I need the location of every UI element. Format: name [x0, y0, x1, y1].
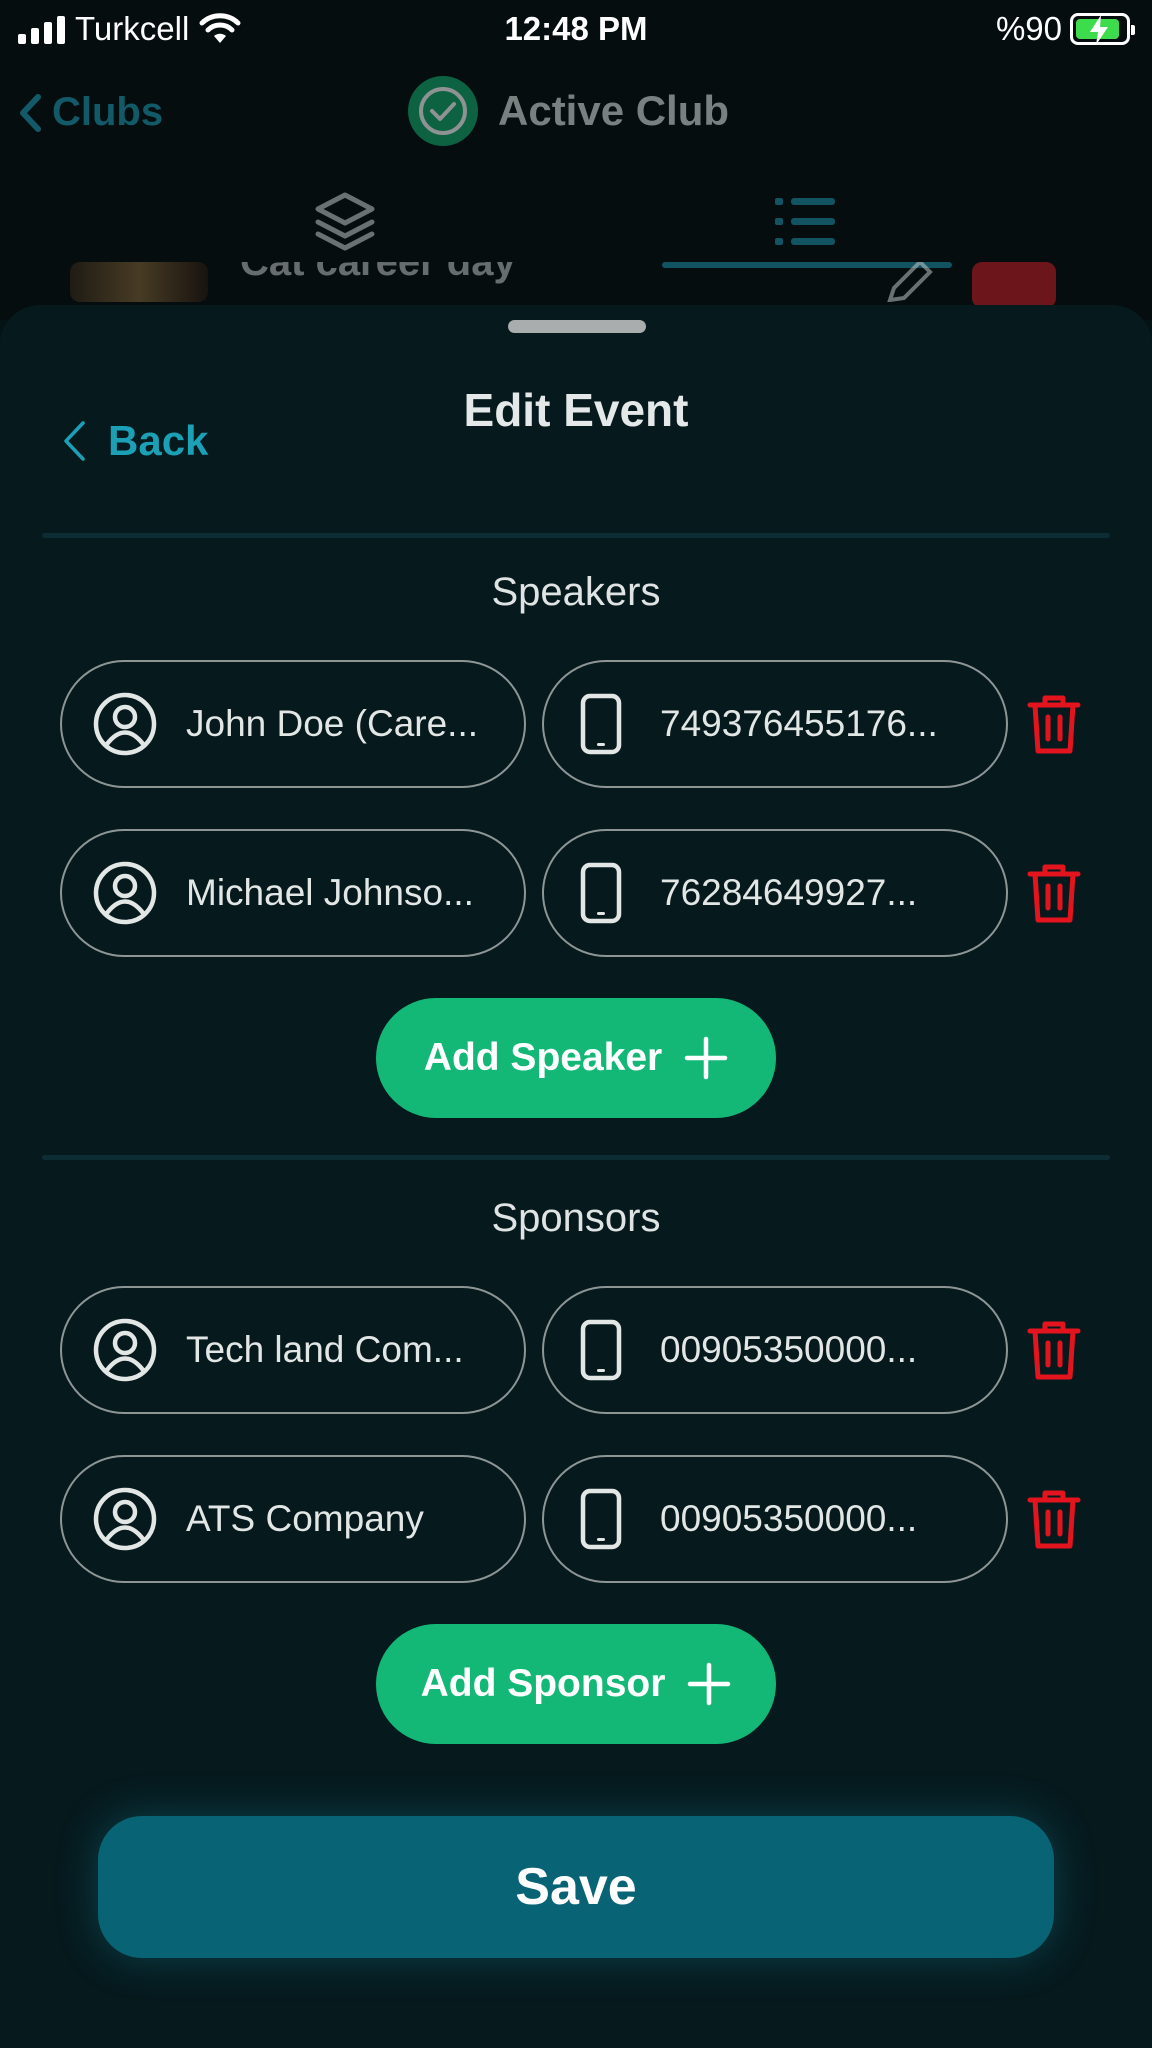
trash-icon [1027, 1490, 1081, 1549]
sponsor-phone-value: 00905350000... [660, 1329, 918, 1370]
add-speaker-button[interactable]: Add Speaker [376, 998, 776, 1118]
speaker-name-field[interactable]: John Doe (Care... [60, 660, 526, 788]
divider [42, 1155, 1110, 1160]
add-sponsor-button[interactable]: Add Sponsor [376, 1624, 776, 1744]
sponsor-name-field[interactable]: ATS Company [60, 1455, 526, 1583]
sponsor-phone-field[interactable]: 00905350000... [542, 1286, 1008, 1414]
delete-speaker-button[interactable] [1024, 692, 1084, 756]
speakers-section-title: Speakers [491, 570, 661, 614]
phone-icon [580, 862, 622, 924]
delete-button-background [972, 262, 1056, 308]
add-speaker-label: Add Speaker [423, 1036, 663, 1079]
sponsor-name-field[interactable]: Tech land Com... [60, 1286, 526, 1414]
nav-back-button[interactable]: Clubs [18, 90, 163, 135]
background-app: Turkcell 12:48 PM %90 Clubs Active Club … [0, 0, 1152, 320]
edit-event-sheet: Edit Event Back Speakers John Doe (Care.… [0, 305, 1152, 2048]
plus-icon [688, 1662, 731, 1706]
chevron-left-icon [64, 421, 85, 461]
status-time: 12:48 PM [504, 10, 648, 47]
pencil-icon [887, 262, 933, 302]
nav-title: Active Club [408, 76, 729, 146]
speaker-row: Michael Johnso... 76284649927... [60, 829, 1100, 957]
back-button[interactable]: Back [62, 417, 208, 465]
sponsor-row: ATS Company 00905350000... [60, 1455, 1100, 1583]
tab-layers[interactable] [240, 172, 450, 272]
delete-speaker-button[interactable] [1024, 861, 1084, 925]
check-circle-icon [408, 76, 478, 146]
speaker-phone-field[interactable]: 76284649927... [542, 829, 1008, 957]
tab-list[interactable] [700, 172, 910, 272]
save-label: Save [515, 1858, 637, 1916]
add-sponsor-label: Add Sponsor [420, 1662, 666, 1705]
sponsor-name-value: ATS Company [186, 1498, 424, 1539]
sheet-grabber[interactable] [508, 320, 646, 333]
battery-icon [1070, 13, 1135, 45]
trash-icon [1027, 864, 1081, 923]
sponsor-phone-value: 00905350000... [660, 1498, 918, 1539]
trash-icon [1027, 1321, 1081, 1380]
user-circle-icon [93, 1318, 157, 1382]
speaker-row: John Doe (Care... 749376455176... [60, 660, 1100, 788]
speaker-name-value: John Doe (Care... [186, 703, 479, 744]
nav-bar: Clubs Active Club [0, 60, 1152, 160]
user-circle-icon [93, 861, 157, 925]
speaker-name-value: Michael Johnso... [186, 872, 474, 913]
status-bar: Turkcell 12:48 PM %90 [0, 0, 1152, 60]
nav-back-label: Clubs [52, 90, 164, 134]
status-right: %90 [995, 10, 1135, 48]
phone-icon [580, 1488, 622, 1550]
delete-sponsor-button[interactable] [1024, 1318, 1084, 1382]
trash-icon [1027, 695, 1081, 754]
chevron-left-icon [20, 93, 41, 132]
save-button[interactable]: Save [98, 1816, 1054, 1958]
delete-sponsor-button[interactable] [1024, 1487, 1084, 1551]
charging-bolt-icon [1090, 15, 1108, 45]
speaker-phone-value: 749376455176... [660, 703, 938, 744]
event-thumbnail [70, 262, 208, 302]
sponsor-phone-field[interactable]: 00905350000... [542, 1455, 1008, 1583]
sponsor-row: Tech land Com... 00905350000... [60, 1286, 1100, 1414]
user-circle-icon [93, 1487, 157, 1551]
sponsor-name-value: Tech land Com... [186, 1329, 464, 1370]
battery-percent: %90 [995, 10, 1062, 47]
back-label: Back [108, 417, 209, 464]
divider [42, 533, 1110, 538]
speaker-phone-value: 76284649927... [660, 872, 918, 913]
plus-icon [684, 1036, 728, 1080]
speaker-phone-field[interactable]: 749376455176... [542, 660, 1008, 788]
phone-icon [580, 693, 622, 755]
speaker-name-field[interactable]: Michael Johnso... [60, 829, 526, 957]
layers-icon [315, 192, 375, 251]
user-circle-icon [93, 692, 157, 756]
event-title-fragment: Cat career day [240, 262, 516, 284]
phone-icon [580, 1319, 622, 1381]
list-icon [775, 198, 835, 245]
sponsors-section-title: Sponsors [491, 1196, 661, 1240]
nav-title-label: Active Club [498, 87, 730, 134]
